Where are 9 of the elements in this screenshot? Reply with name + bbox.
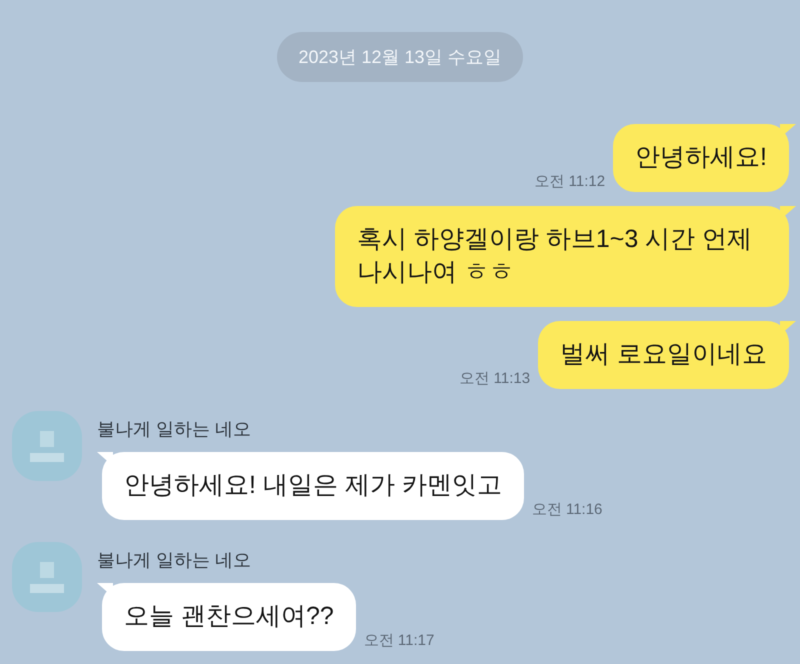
message-time: 오전 11:17 [364,632,434,650]
message-time: 오전 11:16 [532,501,602,519]
message-time: 오전 11:12 [534,173,606,191]
message-time: 오전 11:13 [459,370,530,388]
avatar-icon[interactable] [12,542,82,612]
avatar-icon[interactable] [12,411,82,481]
sender-name: 불나게 일하는 네오 [97,418,252,441]
sender-name: 불나게 일하는 네오 [97,549,252,572]
date-divider: 2023년 12월 13일 수요일 [277,32,523,82]
